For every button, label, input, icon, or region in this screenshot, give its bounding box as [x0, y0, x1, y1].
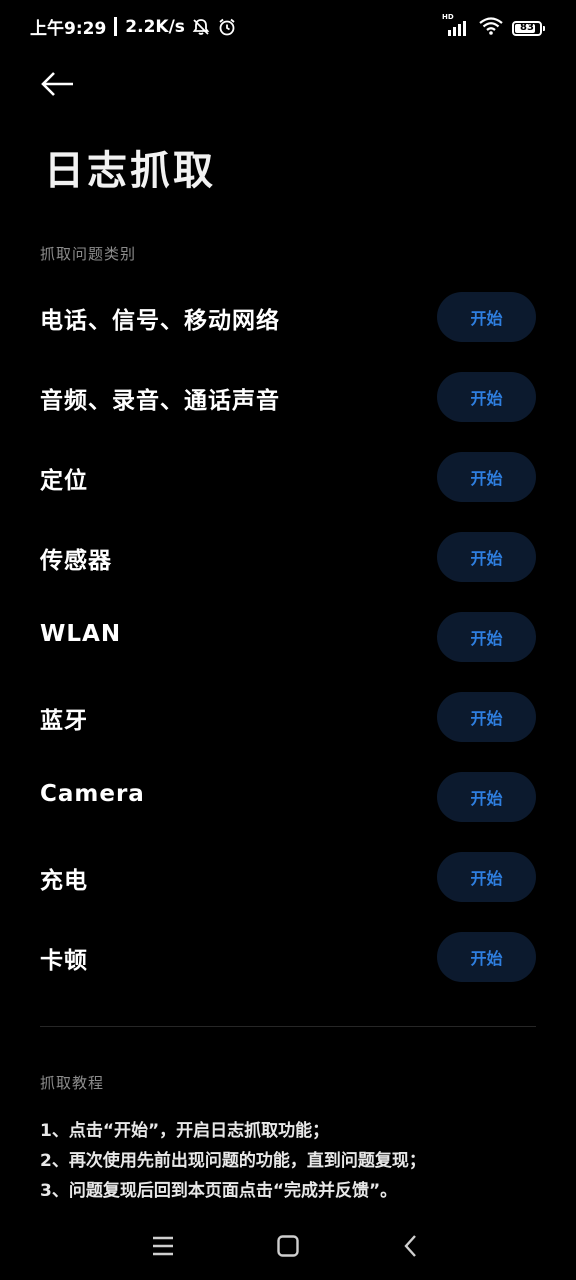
back-button[interactable] — [38, 66, 78, 102]
menu-icon — [153, 1236, 173, 1256]
category-row-location: 定位 开始 — [0, 437, 576, 517]
wifi-icon — [478, 16, 504, 40]
start-button-bluetooth[interactable]: 开始 — [437, 692, 536, 742]
category-row-lag: 卡顿 开始 — [0, 917, 576, 997]
category-label: 电话、信号、移动网络 — [40, 308, 280, 334]
home-button[interactable] — [273, 1232, 303, 1260]
start-button-wlan[interactable]: 开始 — [437, 612, 536, 662]
category-label: 定位 — [40, 468, 88, 494]
category-row-sensor: 传感器 开始 — [0, 517, 576, 597]
hd-signal-icon: HD — [442, 13, 470, 37]
divider — [40, 1026, 536, 1027]
muted-bell-icon — [191, 17, 211, 37]
category-list: 电话、信号、移动网络 开始 音频、录音、通话声音 开始 定位 开始 传感器 开始… — [0, 277, 576, 997]
tutorial-step: 3、问题复现后回到本页面点击“完成并反馈”。 — [40, 1181, 398, 1201]
category-row-phone-signal: 电话、信号、移动网络 开始 — [0, 277, 576, 357]
start-button-charging[interactable]: 开始 — [437, 852, 536, 902]
category-label: 传感器 — [40, 548, 112, 574]
category-row-audio: 音频、录音、通话声音 开始 — [0, 357, 576, 437]
start-button-location[interactable]: 开始 — [437, 452, 536, 502]
category-label: WLAN — [40, 621, 122, 647]
category-label: Camera — [40, 781, 145, 807]
home-icon — [277, 1235, 299, 1257]
category-row-bluetooth: 蓝牙 开始 — [0, 677, 576, 757]
categories-heading: 抓取问题类别 — [40, 245, 137, 263]
start-button-sensor[interactable]: 开始 — [437, 532, 536, 582]
category-row-wlan: WLAN 开始 — [0, 597, 576, 677]
tutorial-step: 1、点击“开始”，开启日志抓取功能； — [40, 1121, 330, 1141]
category-label: 卡顿 — [40, 948, 88, 974]
menu-button[interactable] — [148, 1232, 178, 1260]
arrow-left-icon — [41, 72, 73, 96]
status-time: 上午9:29 — [30, 19, 107, 39]
tutorial-step: 2、再次使用先前出现问题的功能，直到问题复现； — [40, 1151, 426, 1171]
category-row-camera: Camera 开始 — [0, 757, 576, 837]
navigation-bar — [0, 1218, 576, 1274]
start-button-camera[interactable]: 开始 — [437, 772, 536, 822]
alarm-clock-icon — [217, 17, 237, 37]
back-icon — [404, 1235, 416, 1257]
status-separator — [114, 17, 118, 36]
start-button-phone-signal[interactable]: 开始 — [437, 292, 536, 342]
start-button-lag[interactable]: 开始 — [437, 932, 536, 982]
tutorial-steps: 1、点击“开始”，开启日志抓取功能； 2、再次使用先前出现问题的功能，直到问题复… — [40, 1116, 540, 1206]
category-label: 音频、录音、通话声音 — [40, 388, 280, 414]
page-title: 日志抓取 — [44, 148, 216, 194]
category-label: 蓝牙 — [40, 708, 88, 734]
start-button-audio[interactable]: 开始 — [437, 372, 536, 422]
nav-back-button[interactable] — [396, 1232, 426, 1260]
status-left: 上午9:29 2.2K/s — [30, 14, 237, 39]
battery-level: 83 — [520, 22, 534, 33]
net-speed: 2.2K/s — [125, 16, 185, 37]
battery-icon: 83 — [512, 20, 545, 36]
category-row-charging: 充电 开始 — [0, 837, 576, 917]
status-bar: 上午9:29 2.2K/s HD 83 — [0, 0, 576, 56]
tutorial-heading: 抓取教程 — [40, 1074, 105, 1092]
category-label: 充电 — [40, 868, 88, 894]
network-type-label: HD — [442, 13, 454, 21]
status-right: HD 83 — [442, 13, 545, 40]
